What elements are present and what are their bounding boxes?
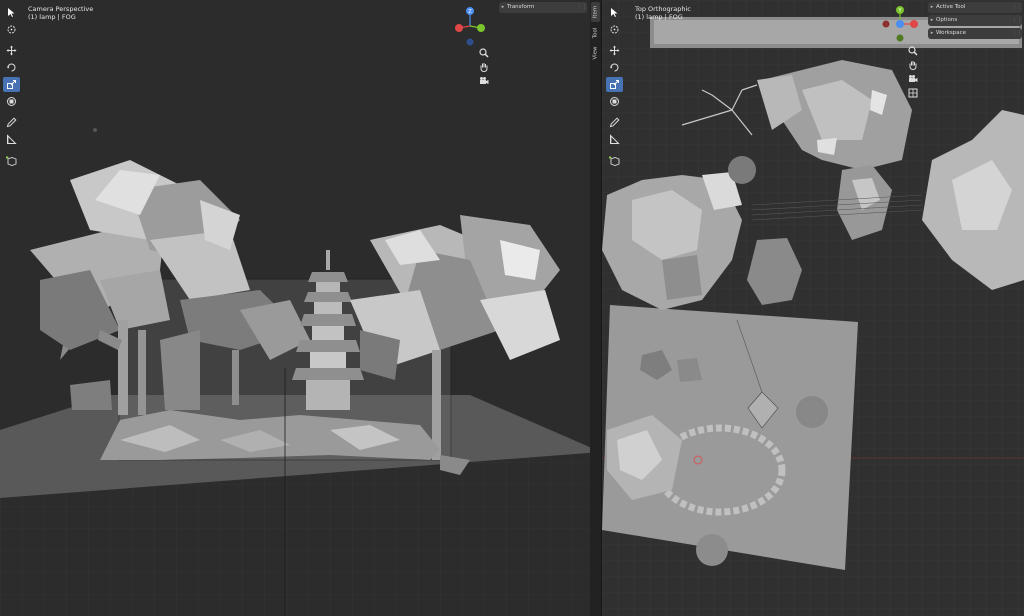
x-axis-handle[interactable] (455, 24, 463, 32)
camera-view-button[interactable] (907, 73, 918, 84)
scale-icon (610, 80, 619, 89)
x-axis-handle[interactable] (910, 20, 918, 28)
navigation-gizmo[interactable]: Z (453, 4, 487, 48)
chevron-right-icon: ▸ (930, 4, 934, 10)
workspace-panel-header[interactable]: ▸ Workspace ⋮⋮ (928, 28, 1022, 39)
camera-view-button[interactable] (478, 75, 489, 86)
pan-button[interactable] (907, 59, 918, 70)
z-axis-label: Z (468, 9, 472, 15)
transform-icon (7, 97, 16, 106)
cursor-tool[interactable] (3, 22, 20, 37)
select-box-tool[interactable] (3, 5, 20, 20)
active-tool-panel-header[interactable]: ▸ Active Tool ⋮⋮ (928, 2, 1022, 13)
select-box-tool[interactable] (606, 5, 623, 20)
transform-tool[interactable] (3, 94, 20, 109)
drag-grip-icon[interactable]: ⋮⋮ (1012, 31, 1022, 36)
tool-shelf-top (606, 5, 623, 170)
ruler-icon (610, 134, 620, 144)
scale-icon (7, 80, 16, 89)
view-name-label-top: Top Orthographic (635, 5, 691, 13)
cursor-arrow-icon (8, 8, 15, 17)
drag-grip-icon[interactable]: ⋮⋮ (1012, 5, 1022, 10)
chevron-right-icon: ▸ (930, 17, 934, 23)
z-axis-handle[interactable] (896, 20, 904, 28)
measure-tool[interactable] (606, 132, 623, 147)
camera-scene-render[interactable] (0, 0, 601, 616)
scale-tool[interactable] (606, 77, 623, 92)
camera-perspective-viewport[interactable]: Camera Perspective (1) lamp | FOG Z ▸ Tr… (0, 0, 601, 616)
zoom-button[interactable] (907, 45, 918, 56)
move-tool[interactable] (606, 43, 623, 58)
ruler-icon (7, 134, 17, 144)
top-orthographic-viewport[interactable]: Top Orthographic (1) lamp | FOG Y ▸ Acti… (602, 0, 1024, 616)
tab-tool[interactable]: Tool (591, 24, 600, 42)
move-arrows-icon (609, 45, 620, 56)
rotate-icon (7, 63, 16, 72)
workspace-panel-label: Workspace (936, 30, 967, 36)
rotate-tool[interactable] (606, 60, 623, 75)
options-panel-label: Options (936, 17, 958, 23)
transform-icon (610, 97, 619, 106)
transform-panel-header[interactable]: ▸ Transform ⋮⋮ (499, 2, 587, 13)
annotate-tool[interactable] (606, 115, 623, 130)
tab-item[interactable]: Item (591, 2, 600, 22)
options-panel-header[interactable]: ▸ Options ⋮⋮ (928, 15, 1022, 26)
light-point (93, 128, 97, 132)
rotate-tool[interactable] (3, 60, 20, 75)
ortho-toggle-button[interactable] (907, 87, 918, 98)
camera-icon (908, 74, 917, 82)
crosshair-icon (7, 25, 16, 34)
scale-tool[interactable] (3, 77, 20, 92)
move-arrows-icon (6, 45, 17, 56)
sidebar-tabs: Item Tool View (590, 0, 601, 616)
pencil-icon (6, 117, 17, 128)
transform-tool[interactable] (606, 94, 623, 109)
neg-y-axis-handle[interactable] (896, 34, 904, 42)
zoom-icon (478, 47, 489, 58)
tab-item-label: Item (592, 5, 599, 19)
drag-grip-icon[interactable]: ⋮⋮ (1012, 18, 1022, 23)
camera-icon (479, 76, 488, 84)
zoom-icon (907, 45, 918, 56)
tool-shelf (3, 5, 20, 170)
rotate-icon (610, 63, 619, 72)
navigation-gizmo-top[interactable]: Y (880, 4, 920, 44)
neg-x-axis-handle[interactable] (882, 20, 890, 28)
cursor-arrow-icon (611, 8, 618, 17)
annotate-tool[interactable] (3, 115, 20, 130)
drag-grip-icon[interactable]: ⋮⋮ (577, 5, 587, 10)
tab-view[interactable]: View (591, 44, 600, 62)
measure-tool[interactable] (3, 132, 20, 147)
chevron-right-icon: ▸ (501, 4, 505, 10)
zoom-button[interactable] (478, 47, 489, 58)
neg-z-axis-handle[interactable] (466, 38, 474, 46)
collection-info-label: (1) lamp | FOG (28, 13, 76, 21)
add-cube-icon (609, 156, 620, 166)
cursor-tool[interactable] (606, 22, 623, 37)
active-tool-panel-label: Active Tool (936, 4, 966, 10)
collection-info-label-top: (1) lamp | FOG (635, 13, 683, 21)
top-scene-render[interactable] (602, 0, 1024, 616)
add-cube-tool[interactable] (3, 153, 20, 168)
pan-button[interactable] (478, 61, 489, 72)
add-cube-icon (6, 156, 17, 166)
grid-icon (908, 88, 917, 97)
pencil-icon (609, 117, 620, 128)
hand-icon (480, 62, 487, 72)
hand-icon (909, 60, 916, 70)
chevron-right-icon: ▸ (930, 30, 934, 36)
view-name-label: Camera Perspective (28, 5, 94, 13)
tab-view-label: View (592, 46, 599, 60)
move-tool[interactable] (3, 43, 20, 58)
y-axis-handle[interactable] (477, 24, 485, 32)
tab-tool-label: Tool (592, 27, 599, 39)
crosshair-icon (610, 25, 619, 34)
transform-panel-label: Transform (507, 4, 535, 10)
add-cube-tool[interactable] (606, 153, 623, 168)
